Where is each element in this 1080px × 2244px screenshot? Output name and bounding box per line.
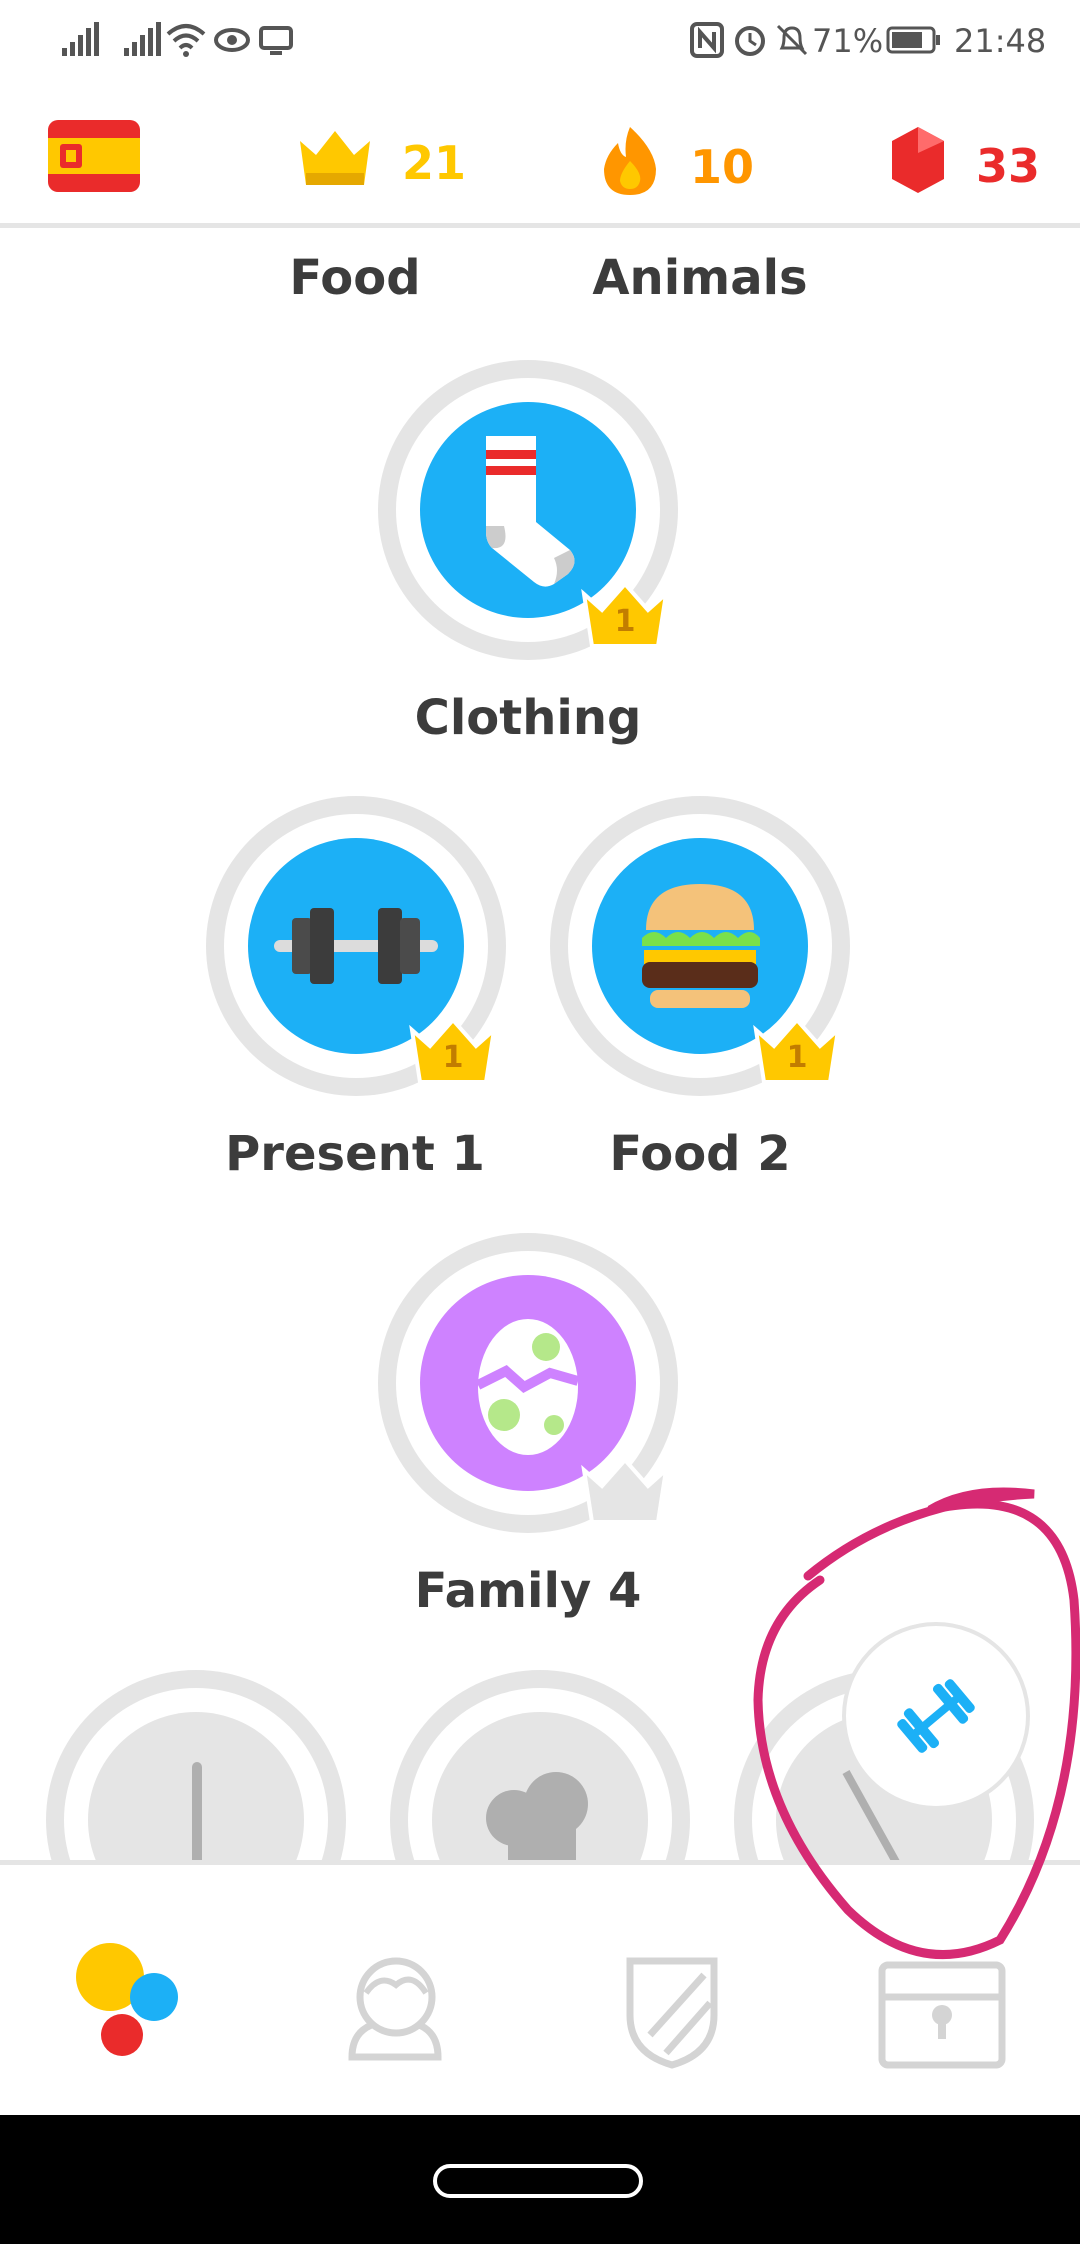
crown-level-badge: 1 bbox=[580, 580, 670, 650]
annotation-circle bbox=[753, 1487, 1080, 1960]
battery-percent: 71% bbox=[812, 22, 884, 60]
streak-count: 10 bbox=[690, 139, 755, 194]
skill-name[interactable]: Food 2 bbox=[609, 1126, 790, 1182]
gem-icon bbox=[888, 125, 948, 206]
bell-off-icon bbox=[774, 22, 810, 58]
crown-empty-badge bbox=[580, 1456, 670, 1526]
streak-counter[interactable]: 10 bbox=[598, 125, 754, 208]
skill-name[interactable]: Family 4 bbox=[415, 1563, 642, 1619]
top-bar-divider bbox=[0, 223, 1080, 228]
skill-name[interactable]: Clothing bbox=[415, 690, 642, 746]
crown-level-badge: 1 bbox=[752, 1016, 842, 1086]
screen-icon bbox=[258, 22, 294, 58]
flame-icon bbox=[598, 125, 662, 208]
crown-level-badge: 1 bbox=[408, 1016, 498, 1086]
crown-icon bbox=[296, 125, 374, 200]
crowns-counter[interactable]: 21 bbox=[296, 125, 466, 200]
top-bar: 21 10 33 bbox=[0, 90, 1080, 225]
wifi-icon bbox=[166, 22, 206, 58]
signal-icon bbox=[122, 22, 162, 58]
skill-label-animals[interactable]: Animals bbox=[592, 250, 807, 306]
leagues-tab-icon[interactable] bbox=[610, 1945, 740, 2075]
skill-label-food[interactable]: Food bbox=[289, 250, 420, 306]
profile-tab-icon[interactable] bbox=[330, 1945, 460, 2075]
gems-count: 33 bbox=[976, 138, 1041, 193]
learn-tab-icon[interactable] bbox=[60, 1935, 190, 2065]
gems-counter[interactable]: 33 bbox=[888, 125, 1040, 206]
nfc-icon bbox=[690, 22, 724, 58]
clock: 21:48 bbox=[954, 22, 1047, 60]
signal-icon bbox=[60, 22, 100, 58]
crowns-count: 21 bbox=[402, 135, 467, 190]
spain-flag-icon[interactable] bbox=[48, 120, 140, 192]
battery-icon bbox=[886, 22, 942, 58]
alarm-icon bbox=[732, 22, 768, 58]
status-bar: 71% 21:48 bbox=[0, 0, 1080, 88]
skill-name[interactable]: Present 1 bbox=[225, 1126, 485, 1182]
home-gesture-pill[interactable] bbox=[433, 2164, 643, 2198]
eye-icon bbox=[212, 22, 252, 58]
